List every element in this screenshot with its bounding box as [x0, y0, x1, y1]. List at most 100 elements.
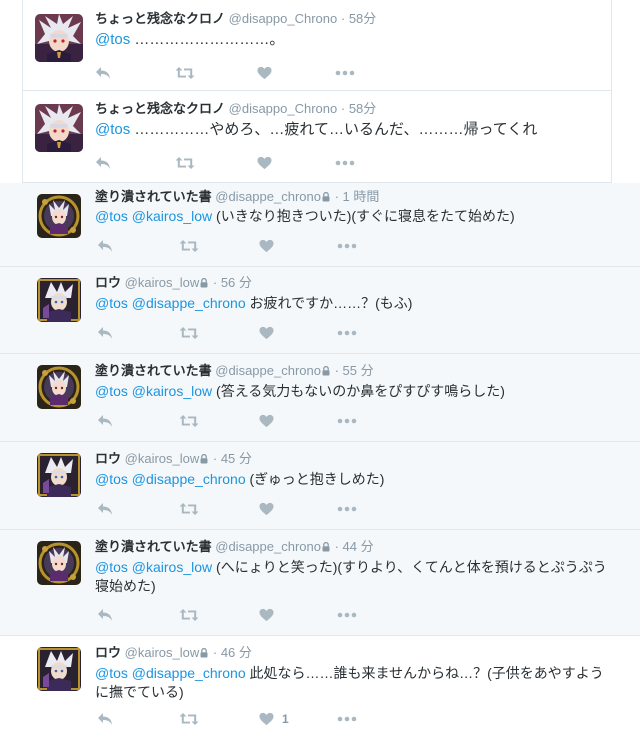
retweet-button[interactable]: [179, 499, 199, 519]
mention-links[interactable]: @tos @kairos_low: [95, 559, 212, 575]
more-icon: [337, 506, 357, 512]
more-button[interactable]: [337, 411, 357, 431]
display-name[interactable]: ロウ: [95, 451, 121, 466]
reply-button[interactable]: [97, 605, 113, 625]
mention-links[interactable]: @tos @disappe_chrono: [95, 665, 246, 681]
like-button[interactable]: [259, 499, 282, 519]
timestamp[interactable]: · 45 分: [213, 451, 252, 466]
mention-links[interactable]: @tos @kairos_low: [95, 208, 212, 224]
mention-links[interactable]: @tos: [95, 31, 130, 48]
like-button[interactable]: [257, 153, 280, 173]
retweet-button[interactable]: [179, 323, 199, 343]
like-icon: [259, 414, 274, 428]
more-button[interactable]: [335, 63, 355, 83]
more-button[interactable]: [337, 323, 357, 343]
timestamp[interactable]: · 55 分: [335, 363, 374, 378]
retweet-icon: [175, 156, 195, 170]
display-name[interactable]: 塗り潰されていた書: [95, 189, 212, 204]
more-icon: [335, 70, 355, 76]
reply-icon: [97, 239, 113, 253]
reply-button[interactable]: [97, 323, 113, 343]
reply-button[interactable]: [97, 411, 113, 431]
user-handle[interactable]: @kairos_low: [125, 645, 200, 660]
retweet-icon: [179, 326, 199, 340]
avatar[interactable]: [37, 365, 81, 409]
mention-links[interactable]: @tos @disappe_chrono: [95, 471, 246, 487]
retweet-button[interactable]: [175, 153, 195, 173]
retweet-button[interactable]: [175, 63, 195, 83]
reply-button[interactable]: [97, 236, 113, 256]
mention-links[interactable]: @tos: [95, 121, 130, 138]
tweet-header: 塗り潰されていた書 @disappe_chrono · 44 分: [95, 539, 374, 556]
mention-links[interactable]: @tos @disappe_chrono: [95, 295, 246, 311]
avatar[interactable]: [37, 194, 81, 238]
reply-button[interactable]: [97, 709, 113, 729]
retweet-button[interactable]: [179, 411, 199, 431]
like-button[interactable]: [259, 236, 282, 256]
like-button[interactable]: 1: [259, 709, 289, 729]
more-icon: [335, 160, 355, 166]
reply-icon: [97, 326, 113, 340]
retweet-button[interactable]: [179, 236, 199, 256]
timestamp[interactable]: · 44 分: [335, 539, 374, 554]
retweet-icon: [179, 608, 199, 622]
tweet[interactable]: ちょっと残念なクロノ @disappo_Chrono · 58分 @tos …………: [22, 91, 612, 183]
more-button[interactable]: [337, 605, 357, 625]
display-name[interactable]: 塗り潰されていた書: [95, 539, 212, 554]
avatar[interactable]: [37, 278, 81, 322]
user-handle[interactable]: @disappe_chrono: [215, 363, 321, 378]
more-button[interactable]: [335, 153, 355, 173]
avatar[interactable]: [35, 14, 83, 62]
timestamp[interactable]: · 46 分: [213, 645, 252, 660]
tweet[interactable]: 塗り潰されていた書 @disappe_chrono · 44 分 @tos @ka…: [0, 530, 640, 636]
display-name[interactable]: ロウ: [95, 645, 121, 660]
user-handle[interactable]: @disappe_chrono: [215, 189, 321, 204]
reply-button[interactable]: [97, 499, 113, 519]
more-button[interactable]: [337, 236, 357, 256]
like-icon: [259, 502, 274, 516]
avatar[interactable]: [37, 541, 81, 585]
tweet[interactable]: 塗り潰されていた書 @disappe_chrono · 1 時間 @tos @ka…: [0, 183, 640, 267]
tweet-text: @tos ……………やめろ、…疲れて…いるんだ、………帰ってくれ: [95, 120, 605, 140]
tweet-actions: 1: [97, 709, 397, 729]
avatar[interactable]: [37, 453, 81, 497]
like-button[interactable]: [259, 323, 282, 343]
display-name[interactable]: ちょっと残念なクロノ: [95, 101, 225, 116]
timestamp[interactable]: · 58分: [341, 11, 376, 26]
tweet-actions: [97, 411, 397, 431]
like-button[interactable]: [257, 63, 280, 83]
like-button[interactable]: [259, 411, 282, 431]
tweet[interactable]: ロウ @kairos_low · 46 分 @tos @disappe_chron…: [0, 636, 640, 741]
display-name[interactable]: ロウ: [95, 275, 121, 290]
user-handle[interactable]: @kairos_low: [125, 275, 200, 290]
timestamp[interactable]: · 1 時間: [335, 189, 380, 204]
retweet-button[interactable]: [179, 605, 199, 625]
timeline: ちょっと残念なクロノ @disappo_Chrono · 58分 @tos …………: [0, 0, 640, 741]
tweet[interactable]: ちょっと残念なクロノ @disappo_Chrono · 58分 @tos …………: [22, 0, 612, 91]
timestamp[interactable]: · 58分: [341, 101, 376, 116]
timestamp[interactable]: · 56 分: [213, 275, 252, 290]
user-handle[interactable]: @disappo_Chrono: [229, 11, 338, 26]
mention-links[interactable]: @tos @kairos_low: [95, 383, 212, 399]
lock-icon: [200, 452, 208, 468]
user-handle[interactable]: @kairos_low: [125, 451, 200, 466]
display-name[interactable]: ちょっと残念なクロノ: [95, 11, 225, 26]
reply-button[interactable]: [95, 63, 111, 83]
avatar[interactable]: [35, 104, 83, 152]
tweet[interactable]: ロウ @kairos_low · 45 分 @tos @disappe_chron…: [0, 442, 640, 530]
avatar[interactable]: [37, 647, 81, 691]
like-icon: [259, 326, 274, 340]
reply-button[interactable]: [95, 153, 111, 173]
retweet-button[interactable]: [179, 709, 199, 729]
more-icon: [337, 330, 357, 336]
like-button[interactable]: [259, 605, 282, 625]
retweet-icon: [175, 66, 195, 80]
more-button[interactable]: [337, 709, 357, 729]
user-handle[interactable]: @disappo_Chrono: [229, 101, 338, 116]
tweet[interactable]: 塗り潰されていた書 @disappe_chrono · 55 分 @tos @ka…: [0, 354, 640, 442]
tweet[interactable]: ロウ @kairos_low · 56 分 @tos @disappe_chron…: [0, 267, 640, 354]
like-icon: [257, 66, 272, 80]
user-handle[interactable]: @disappe_chrono: [215, 539, 321, 554]
display-name[interactable]: 塗り潰されていた書: [95, 363, 212, 378]
more-button[interactable]: [337, 499, 357, 519]
